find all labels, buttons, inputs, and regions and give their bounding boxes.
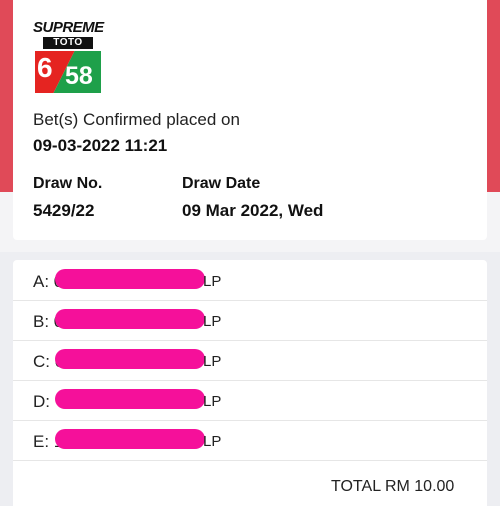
bet-row-d: D: LP — [13, 380, 487, 421]
redaction-scribble — [55, 349, 205, 369]
bet-suffix: LP — [203, 433, 222, 450]
redaction-scribble — [55, 269, 205, 289]
redaction-scribble — [55, 309, 205, 329]
bets-card: A: 0 LP B: 0 LP C: 0 LP D: LP E: 1 LP TO… — [13, 260, 487, 506]
bet-suffix: LP — [203, 353, 222, 370]
draw-date-label: Draw Date — [182, 175, 261, 192]
bet-suffix: LP — [203, 273, 222, 290]
draw-number-label: Draw No. — [33, 175, 103, 192]
confirmation-label: Bet(s) Confirmed placed on — [33, 110, 240, 129]
total-amount: TOTAL RM 10.00 — [331, 478, 455, 495]
bet-suffix: LP — [203, 393, 222, 410]
draw-number-value: 5429/22 — [33, 201, 95, 220]
bet-row-b: B: 0 LP — [13, 300, 487, 341]
bet-row-c: C: 0 LP — [13, 340, 487, 381]
logo-toto-text: TOTO — [43, 37, 93, 49]
logo-brand-text: SUPREME — [33, 19, 104, 36]
bet-label: D: — [33, 392, 50, 411]
redaction-scribble — [55, 389, 205, 409]
redaction-scribble — [55, 429, 205, 449]
bet-suffix: LP — [203, 313, 222, 330]
supreme-toto-logo: SUPREME TOTO 6 58 — [33, 19, 104, 94]
bet-confirmation-card: SUPREME TOTO 6 58 Bet(s) Confirmed place… — [13, 0, 487, 240]
confirmation-datetime: 09-03-2022 11:21 — [33, 136, 168, 155]
bet-row-e: E: 1 LP — [13, 420, 487, 461]
logo-number-box: 6 58 — [35, 51, 101, 93]
logo-number-left: 6 — [37, 52, 53, 83]
bet-row-a: A: 0 LP — [13, 260, 487, 301]
logo-number-right: 58 — [65, 62, 93, 90]
draw-date-value: 09 Mar 2022, Wed — [182, 201, 324, 220]
